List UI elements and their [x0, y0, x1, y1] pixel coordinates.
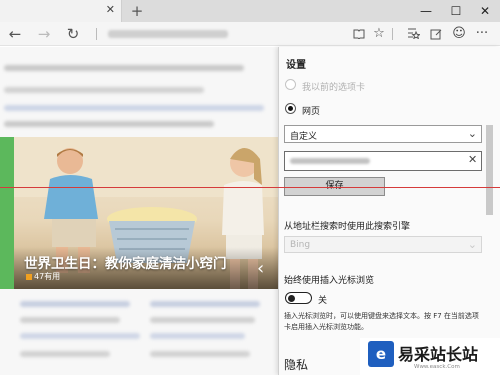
address-field[interactable]	[108, 30, 228, 38]
startup-page-select[interactable]: 自定义 ⌄	[284, 125, 482, 143]
hero-accent-strip	[0, 137, 14, 289]
browser-tab[interactable]: ✕	[0, 0, 122, 22]
settings-title: 设置	[286, 60, 306, 71]
chevron-down-icon: ⌄	[467, 238, 477, 251]
hero-title[interactable]: 世界卫生日：教你家庭清洁小窍门	[24, 252, 264, 272]
radio-previous-tabs-label: 我以前的选项卡	[302, 83, 366, 93]
more-icon[interactable]: ···	[471, 22, 493, 46]
chevron-down-icon: ⌄	[467, 127, 477, 140]
watermark-url: Www.easck.Com	[414, 364, 460, 370]
search-engine-select[interactable]: Bing ⌄	[284, 236, 482, 253]
address-divider	[96, 28, 97, 40]
close-window-button[interactable]: ✕	[470, 0, 500, 22]
guideline	[0, 187, 500, 188]
caret-browsing-toggle[interactable]	[285, 292, 312, 304]
forward-arrow-icon[interactable]: →	[33, 22, 55, 46]
web-note-icon[interactable]	[425, 22, 447, 46]
reading-view-icon[interactable]	[348, 22, 370, 46]
new-tab-button[interactable]: +	[128, 1, 146, 21]
favorite-star-icon[interactable]: ☆	[368, 22, 390, 46]
privacy-section-title: 隐私	[284, 358, 309, 372]
maximize-button[interactable]: ☐	[441, 0, 471, 22]
caret-browsing-description: 插入光标浏览时，可以使用键盘来选择文本。按 F7 在当前选项卡启用插入光标浏览功…	[284, 312, 479, 331]
caret-toggle-state: 关	[318, 296, 328, 306]
watermark-text: 易采站长站	[398, 345, 479, 364]
favorites-list-icon[interactable]	[402, 22, 424, 46]
minimize-button[interactable]: —	[411, 0, 441, 22]
refresh-icon[interactable]: ↻	[62, 22, 84, 46]
radio-previous-tabs[interactable]	[285, 79, 296, 90]
toggle-knob	[288, 294, 295, 302]
toolbar-divider	[392, 28, 393, 40]
usage-dot-icon	[26, 273, 32, 280]
usage-label: 47有用	[34, 272, 61, 281]
feedback-smiley-icon[interactable]: ☺	[448, 22, 470, 46]
hero-usage-count: 47有用	[26, 271, 60, 282]
tab-close-icon[interactable]: ✕	[106, 3, 115, 16]
radio-webpage[interactable]	[285, 103, 296, 114]
startup-page-select-value: 自定义	[290, 132, 318, 142]
carousel-prev-icon[interactable]: ‹	[257, 258, 264, 279]
clear-input-icon[interactable]: ✕	[468, 153, 477, 166]
caret-browsing-label: 始终使用插入光标浏览	[284, 276, 375, 286]
watermark-logo-icon: e	[368, 341, 394, 367]
search-engine-value: Bing	[290, 240, 311, 250]
custom-url-value	[290, 158, 370, 164]
search-engine-label: 从地址栏搜索时使用此搜索引擎	[284, 222, 411, 232]
back-arrow-icon[interactable]: ←	[4, 22, 26, 46]
settings-scrollbar[interactable]	[486, 125, 493, 215]
radio-webpage-label: 网页	[302, 107, 321, 117]
